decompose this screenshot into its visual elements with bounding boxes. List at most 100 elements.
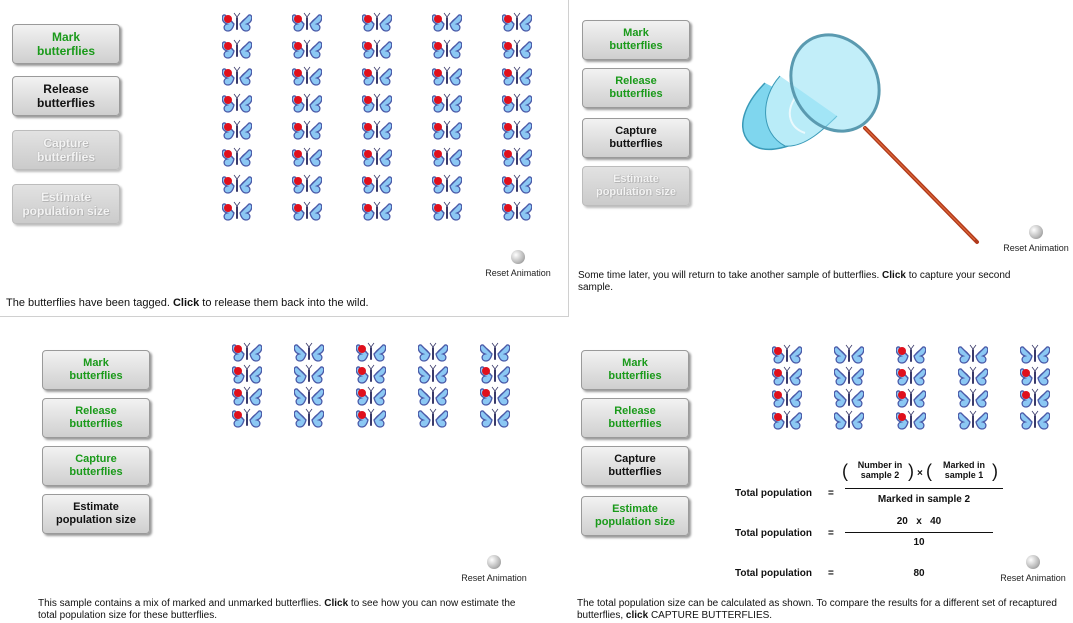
reset-animation-button[interactable]: Reset Animation <box>993 555 1073 583</box>
marked-butterfly-icon <box>896 388 926 408</box>
marked-butterfly-icon <box>772 410 802 430</box>
marked-butterfly-icon <box>432 39 462 59</box>
marked-butterfly-icon <box>502 147 532 167</box>
butterfly-icon <box>418 408 448 428</box>
formula-result: 80 <box>913 568 925 579</box>
marked-butterfly-icon <box>356 386 386 406</box>
panel-sample-step: Mark butterflies Release butterflies Cap… <box>0 330 560 623</box>
release-butterflies-button: Release butterflies <box>581 398 689 438</box>
butterfly-icon <box>834 344 864 364</box>
marked-butterfly-icon <box>362 39 392 59</box>
reset-animation-button[interactable]: Reset Animation <box>996 225 1073 253</box>
marked-butterfly-icon <box>356 342 386 362</box>
marked-butterfly-icon <box>356 408 386 428</box>
formula-equals: = <box>828 488 834 499</box>
estimate-population-button[interactable]: Estimate population size <box>42 494 150 534</box>
estimate-population-button: Estimate population size <box>12 184 120 224</box>
marked-butterfly-icon <box>232 364 262 384</box>
marked-butterfly-icon <box>222 174 252 194</box>
formula-label: Total population <box>735 488 813 499</box>
marked-butterfly-icon <box>362 174 392 194</box>
butterfly-icon <box>1020 410 1050 430</box>
reset-ball-icon[interactable] <box>487 555 501 569</box>
butterfly-icon <box>958 366 988 386</box>
marked-butterfly-icon <box>222 66 252 86</box>
butterfly-icon <box>480 408 510 428</box>
marked-butterfly-icon <box>356 364 386 384</box>
marked-butterfly-icon <box>292 120 322 140</box>
marked-butterfly-icon <box>362 93 392 113</box>
estimate-population-button: Estimate population size <box>581 496 689 536</box>
formula-numerator-a: Number in sample 2 <box>857 460 903 480</box>
reset-animation-button[interactable]: Reset Animation <box>478 250 558 278</box>
marked-butterfly-icon <box>772 344 802 364</box>
reset-animation-button[interactable]: Reset Animation <box>454 555 534 583</box>
marked-butterfly-icon <box>362 201 392 221</box>
butterfly-icon <box>294 408 324 428</box>
marked-butterfly-icon <box>432 147 462 167</box>
formula-times: × <box>917 468 923 479</box>
marked-butterfly-icon <box>772 366 802 386</box>
marked-butterfly-icon <box>1020 388 1050 408</box>
butterfly-icon <box>834 366 864 386</box>
marked-butterfly-icon <box>222 120 252 140</box>
butterfly-icon <box>958 388 988 408</box>
marked-butterfly-icon <box>502 201 532 221</box>
marked-butterfly-icon <box>292 12 322 32</box>
paren-close: ) <box>908 461 914 481</box>
butterfly-icon <box>418 342 448 362</box>
marked-butterfly-icon <box>432 93 462 113</box>
mark-butterflies-button[interactable]: Mark butterflies <box>12 24 120 64</box>
marked-butterfly-icon <box>502 12 532 32</box>
marked-butterfly-icon <box>502 39 532 59</box>
reset-label: Reset Animation <box>1000 573 1066 583</box>
release-butterflies-button[interactable]: Release butterflies <box>12 76 120 116</box>
marked-butterfly-icon <box>896 344 926 364</box>
marked-butterfly-icon <box>292 201 322 221</box>
marked-butterfly-icon <box>432 174 462 194</box>
reset-label: Reset Animation <box>485 268 551 278</box>
marked-butterfly-icon <box>292 174 322 194</box>
butterfly-icon <box>480 342 510 362</box>
mark-butterflies-button: Mark butterflies <box>42 350 150 390</box>
caption: The butterflies have been tagged. Click … <box>6 297 369 309</box>
marked-butterfly-icon <box>1020 366 1050 386</box>
marked-butterfly-icon <box>896 410 926 430</box>
marked-butterfly-icon <box>502 93 532 113</box>
marked-butterfly-icon <box>432 66 462 86</box>
estimate-population-button: Estimate population size <box>582 166 690 206</box>
capture-butterflies-button[interactable]: Capture butterflies <box>581 446 689 486</box>
butterfly-icon <box>418 364 448 384</box>
marked-butterfly-icon <box>292 39 322 59</box>
marked-butterfly-icon <box>502 174 532 194</box>
reset-ball-icon[interactable] <box>1026 555 1040 569</box>
marked-butterfly-icon <box>432 120 462 140</box>
marked-butterfly-icon <box>232 408 262 428</box>
marked-butterfly-icon <box>432 12 462 32</box>
butterfly-icon <box>418 386 448 406</box>
marked-butterfly-icon <box>232 342 262 362</box>
marked-butterfly-icon <box>362 66 392 86</box>
paren-open: ( <box>926 461 932 481</box>
marked-butterfly-icon <box>896 366 926 386</box>
marked-butterfly-icon <box>292 147 322 167</box>
butterfly-icon <box>834 388 864 408</box>
reset-ball-icon[interactable] <box>511 250 525 264</box>
marked-butterfly-icon <box>222 201 252 221</box>
butterfly-icon <box>294 342 324 362</box>
formula-values-denominator: 10 <box>913 537 925 548</box>
marked-butterfly-icon <box>222 12 252 32</box>
marked-butterfly-icon <box>432 201 462 221</box>
butterfly-icon <box>1020 344 1050 364</box>
butterfly-icon <box>958 410 988 430</box>
reset-ball-icon[interactable] <box>1029 225 1043 239</box>
capture-butterflies-button[interactable]: Capture butterflies <box>582 118 690 158</box>
butterfly-icon <box>294 386 324 406</box>
panel-mark-step: Mark butterflies Release butterflies Cap… <box>0 0 569 317</box>
butterfly-net-icon <box>742 33 979 244</box>
mark-butterflies-button: Mark butterflies <box>582 20 690 60</box>
marked-butterfly-icon <box>362 147 392 167</box>
fraction-bar <box>845 532 993 533</box>
caption: Some time later, you will return to take… <box>578 270 1011 293</box>
panel-capture-step: Mark butterflies Release butterflies Cap… <box>570 0 1073 316</box>
